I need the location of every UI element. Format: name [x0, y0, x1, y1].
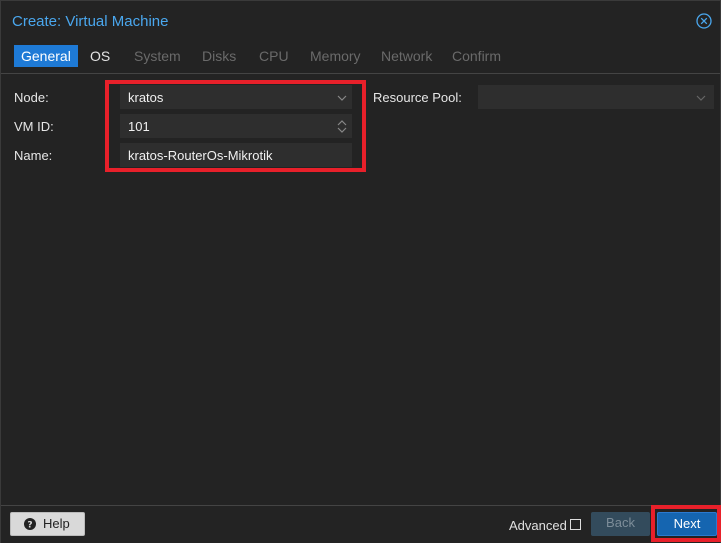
name-label: Name: [14, 148, 53, 163]
svg-text:?: ? [27, 521, 32, 531]
dialog-footer: ? Help Advanced Back Next [1, 505, 720, 543]
advanced-label: Advanced [509, 518, 567, 533]
chevron-down-icon[interactable] [695, 92, 707, 104]
tab-confirm[interactable]: Confirm [445, 45, 508, 67]
help-label: Help [43, 516, 70, 531]
fields-highlight-box [105, 80, 366, 172]
resource-pool-label: Resource Pool: [373, 90, 462, 105]
tab-general[interactable]: General [14, 45, 78, 67]
dialog-titlebar[interactable]: Create: Virtual Machine [1, 1, 720, 41]
dialog-title: Create: Virtual Machine [12, 13, 169, 30]
tab-network[interactable]: Network [374, 45, 439, 67]
tab-disks[interactable]: Disks [195, 45, 243, 67]
question-circle-icon: ? [24, 518, 36, 530]
tab-memory[interactable]: Memory [303, 45, 368, 67]
next-highlight-box [651, 505, 721, 542]
advanced-checkbox[interactable] [570, 519, 581, 530]
node-label: Node: [14, 90, 49, 105]
tab-os[interactable]: OS [83, 45, 117, 67]
resource-pool-select[interactable] [478, 85, 714, 109]
wizard-tabs: General OS System Disks CPU Memory Netwo… [1, 41, 720, 74]
back-button[interactable]: Back [591, 512, 650, 536]
close-icon[interactable] [696, 13, 712, 29]
tab-cpu[interactable]: CPU [252, 45, 296, 67]
tab-system[interactable]: System [127, 45, 188, 67]
vmid-label: VM ID: [14, 119, 54, 134]
help-button[interactable]: ? Help [10, 512, 85, 536]
create-vm-dialog: Create: Virtual Machine General OS Syste… [0, 0, 721, 543]
